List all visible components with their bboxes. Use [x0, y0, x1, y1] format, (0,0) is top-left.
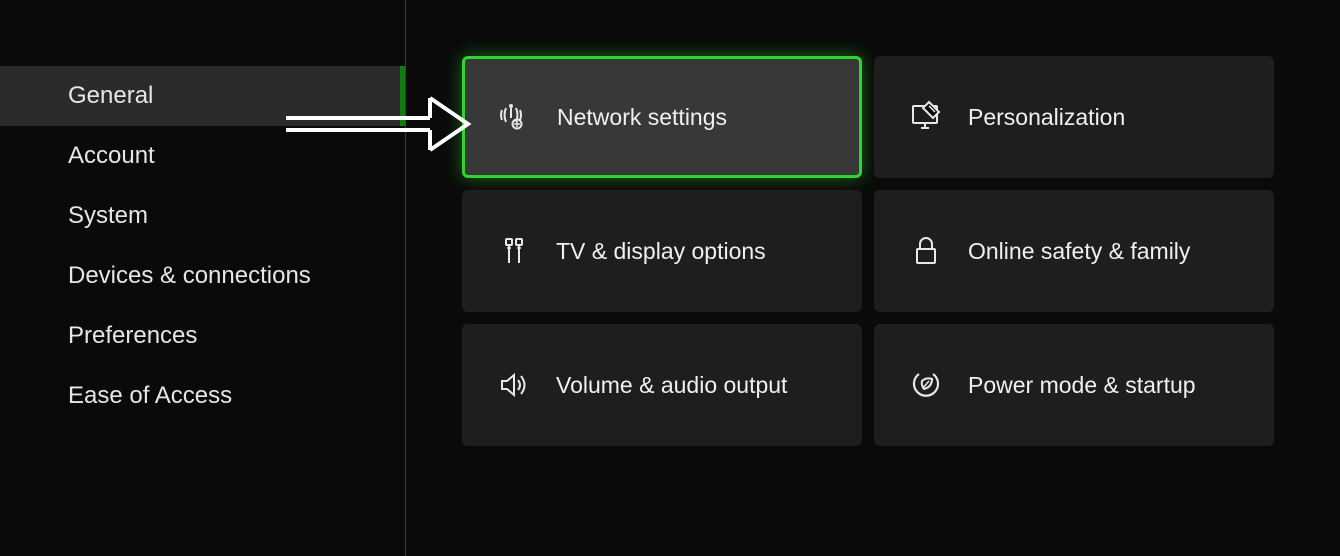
network-icon: [495, 97, 535, 137]
sidebar-item-ease-of-access[interactable]: Ease of Access: [0, 366, 405, 426]
settings-screen: General Account System Devices & connect…: [0, 0, 1340, 556]
sidebar-item-account[interactable]: Account: [0, 126, 405, 186]
sidebar-item-label: Ease of Access: [68, 382, 232, 410]
power-eco-icon: [906, 365, 946, 405]
sidebar-item-label: General: [68, 82, 153, 110]
tiles-grid: Network settings Personalization: [462, 56, 1312, 446]
tile-tv-display[interactable]: TV & display options: [462, 190, 862, 312]
sidebar-item-label: System: [68, 202, 148, 230]
personalization-icon: [906, 97, 946, 137]
volume-icon: [494, 365, 534, 405]
sidebar-item-preferences[interactable]: Preferences: [0, 306, 405, 366]
tile-label: Power mode & startup: [968, 372, 1196, 399]
tile-online-safety[interactable]: Online safety & family: [874, 190, 1274, 312]
lock-icon: [906, 231, 946, 271]
tile-label: Network settings: [557, 104, 727, 131]
sidebar-item-label: Account: [68, 142, 155, 170]
sidebar: General Account System Devices & connect…: [0, 0, 406, 556]
tile-network-settings[interactable]: Network settings: [462, 56, 862, 178]
sidebar-item-label: Preferences: [68, 322, 197, 350]
tile-volume-audio[interactable]: Volume & audio output: [462, 324, 862, 446]
sidebar-item-devices[interactable]: Devices & connections: [0, 246, 405, 306]
tile-label: Online safety & family: [968, 238, 1190, 265]
tile-power-mode[interactable]: Power mode & startup: [874, 324, 1274, 446]
display-icon: [494, 231, 534, 271]
main-panel: Network settings Personalization: [406, 0, 1340, 556]
tile-label: TV & display options: [556, 238, 766, 265]
tile-personalization[interactable]: Personalization: [874, 56, 1274, 178]
tile-label: Personalization: [968, 104, 1125, 131]
sidebar-item-label: Devices & connections: [68, 262, 311, 290]
sidebar-item-system[interactable]: System: [0, 186, 405, 246]
sidebar-item-general[interactable]: General: [0, 66, 405, 126]
tile-label: Volume & audio output: [556, 372, 787, 399]
